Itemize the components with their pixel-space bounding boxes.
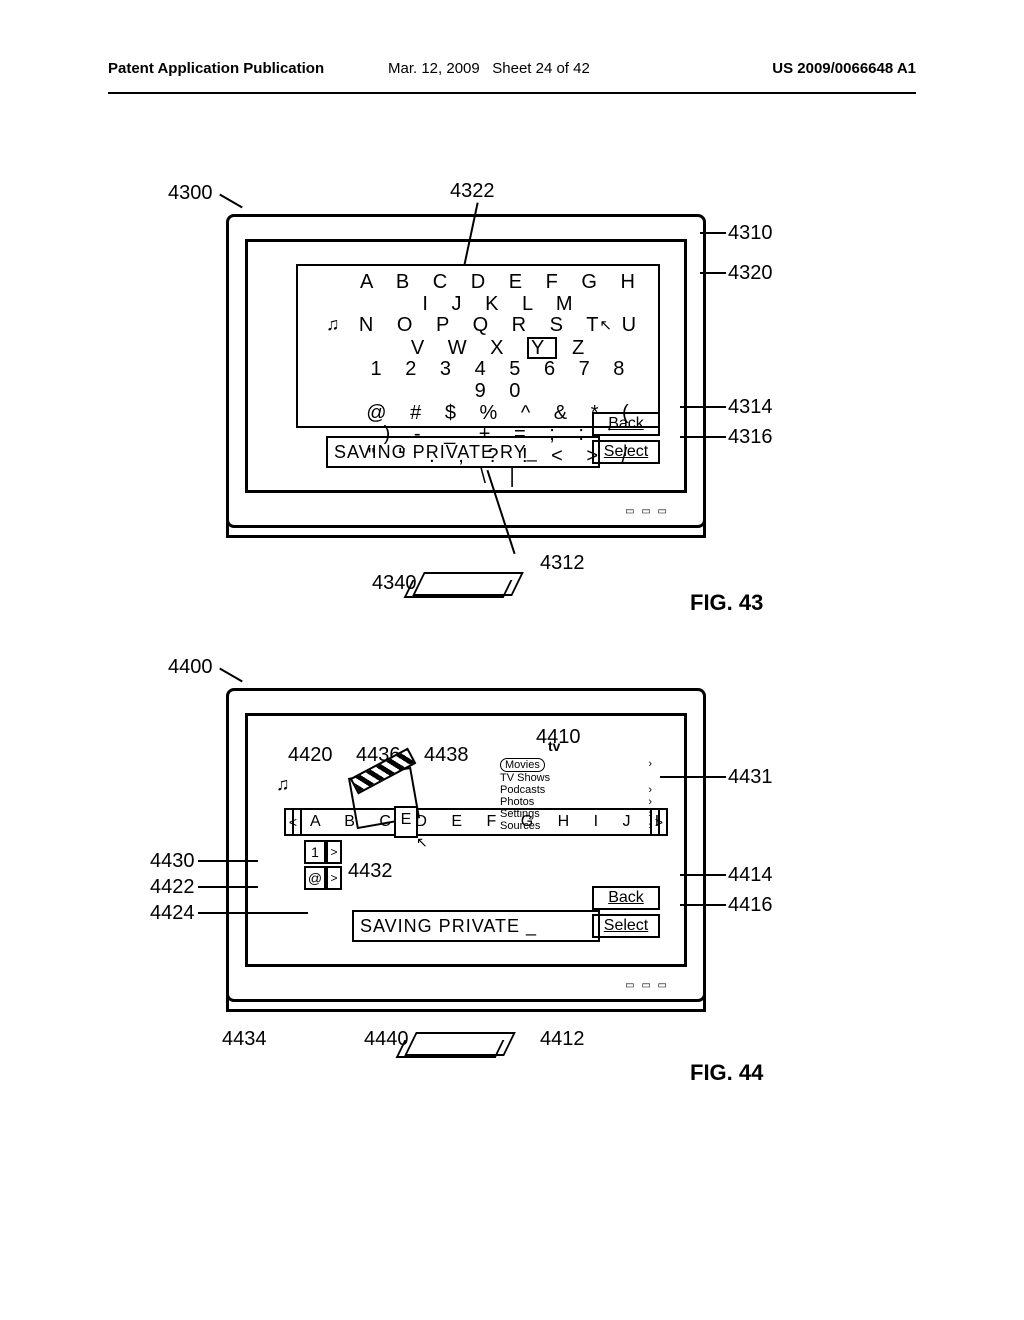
header-publication: Patent Application Publication <box>108 60 324 77</box>
kbd-row2-right: Z <box>557 337 593 359</box>
fig44-screen: ♫ tv Movies› TV Shows Podcasts› Photos› … <box>245 713 687 967</box>
letter-bar-selected-E[interactable]: E <box>394 806 418 838</box>
digits-row-arrow[interactable]: > <box>326 840 342 864</box>
ref-4431: 4431 <box>728 766 773 789</box>
fig43-tv-stand <box>226 521 706 538</box>
ref-4412: 4412 <box>540 1028 585 1051</box>
music-icon: ♫ <box>326 314 340 335</box>
ref-4400: 4400 <box>168 656 213 679</box>
kbd-selected-Y[interactable]: Y <box>527 337 557 359</box>
back-button[interactable]: Back <box>592 412 660 436</box>
tv-ports-icon: ▭ ▭ ▭ <box>625 980 669 991</box>
header-pubno: US 2009/0066648 A1 <box>772 60 916 77</box>
ref-4416: 4416 <box>728 894 773 917</box>
ref-4422: 4422 <box>150 876 195 899</box>
select-button[interactable]: Select <box>592 914 660 938</box>
cursor-icon: ↖ <box>416 834 428 851</box>
menu-item-podcasts[interactable]: Podcasts <box>500 784 545 796</box>
symbols-row-first[interactable]: @ <box>304 866 326 890</box>
fig44-tv-stand <box>226 995 706 1012</box>
ref-4312: 4312 <box>540 552 585 575</box>
ref-4314: 4314 <box>728 396 773 419</box>
fig44-caption: FIG. 44 <box>690 1060 763 1086</box>
digits-row-first[interactable]: 1 <box>304 840 326 864</box>
kbd-row-3[interactable]: 1 2 3 4 5 6 7 8 9 0 <box>358 359 646 402</box>
letter-bar-right-arrow[interactable]: > <box>650 808 668 836</box>
fig44-remote <box>410 1032 520 1058</box>
fig43-text-input[interactable]: SAVING PRIVATE RY_ <box>326 436 600 468</box>
header-date: Mar. 12, 2009 <box>388 60 480 77</box>
tv-ports-icon: ▭ ▭ ▭ <box>625 506 669 517</box>
cursor-icon: ↖ <box>599 316 612 334</box>
fig43-caption: FIG. 43 <box>690 590 763 616</box>
fig44-tv-bezel: ♫ tv Movies› TV Shows Podcasts› Photos› … <box>226 688 706 1002</box>
letter-bar[interactable]: A B C D E F G H I J K L M N O <box>292 808 660 836</box>
music-icon: ♫ <box>276 774 290 795</box>
patent-page: Patent Application Publication Mar. 12, … <box>0 0 1024 1320</box>
ref-4424: 4424 <box>150 902 195 925</box>
ref-4322: 4322 <box>450 180 495 203</box>
kbd-row-1[interactable]: A B C D E F G H I J K L M <box>358 272 646 315</box>
symbols-row-arrow[interactable]: > <box>326 866 342 890</box>
back-button[interactable]: Back <box>592 886 660 910</box>
select-button[interactable]: Select <box>592 440 660 464</box>
ref-4316: 4316 <box>728 426 773 449</box>
header-sheet: Sheet 24 of 42 <box>492 60 590 77</box>
menu-item-photos[interactable]: Photos <box>500 796 534 808</box>
ref-4434: 4434 <box>222 1028 267 1051</box>
ref-4320: 4320 <box>728 262 773 285</box>
ref-4310: 4310 <box>728 222 773 245</box>
fig43-screen: ♫ A B C D E F G H I J K L M N O P Q R S … <box>245 239 687 493</box>
fig43-remote <box>418 572 528 598</box>
ref-4300: 4300 <box>168 182 213 205</box>
ref-4414: 4414 <box>728 864 773 887</box>
appletv-logo: tv <box>548 738 560 754</box>
fig43-keyboard-panel: ♫ A B C D E F G H I J K L M N O P Q R S … <box>296 264 660 428</box>
menu-item-movies[interactable]: Movies <box>500 758 545 772</box>
page-header: Patent Application Publication Mar. 12, … <box>108 60 916 94</box>
menu-item-tvshows[interactable]: TV Shows <box>500 772 550 784</box>
fig44-text-input[interactable]: SAVING PRIVATE _ <box>352 910 600 942</box>
header-date-sheet: Mar. 12, 2009 Sheet 24 of 42 <box>388 60 590 77</box>
ref-4430: 4430 <box>150 850 195 873</box>
